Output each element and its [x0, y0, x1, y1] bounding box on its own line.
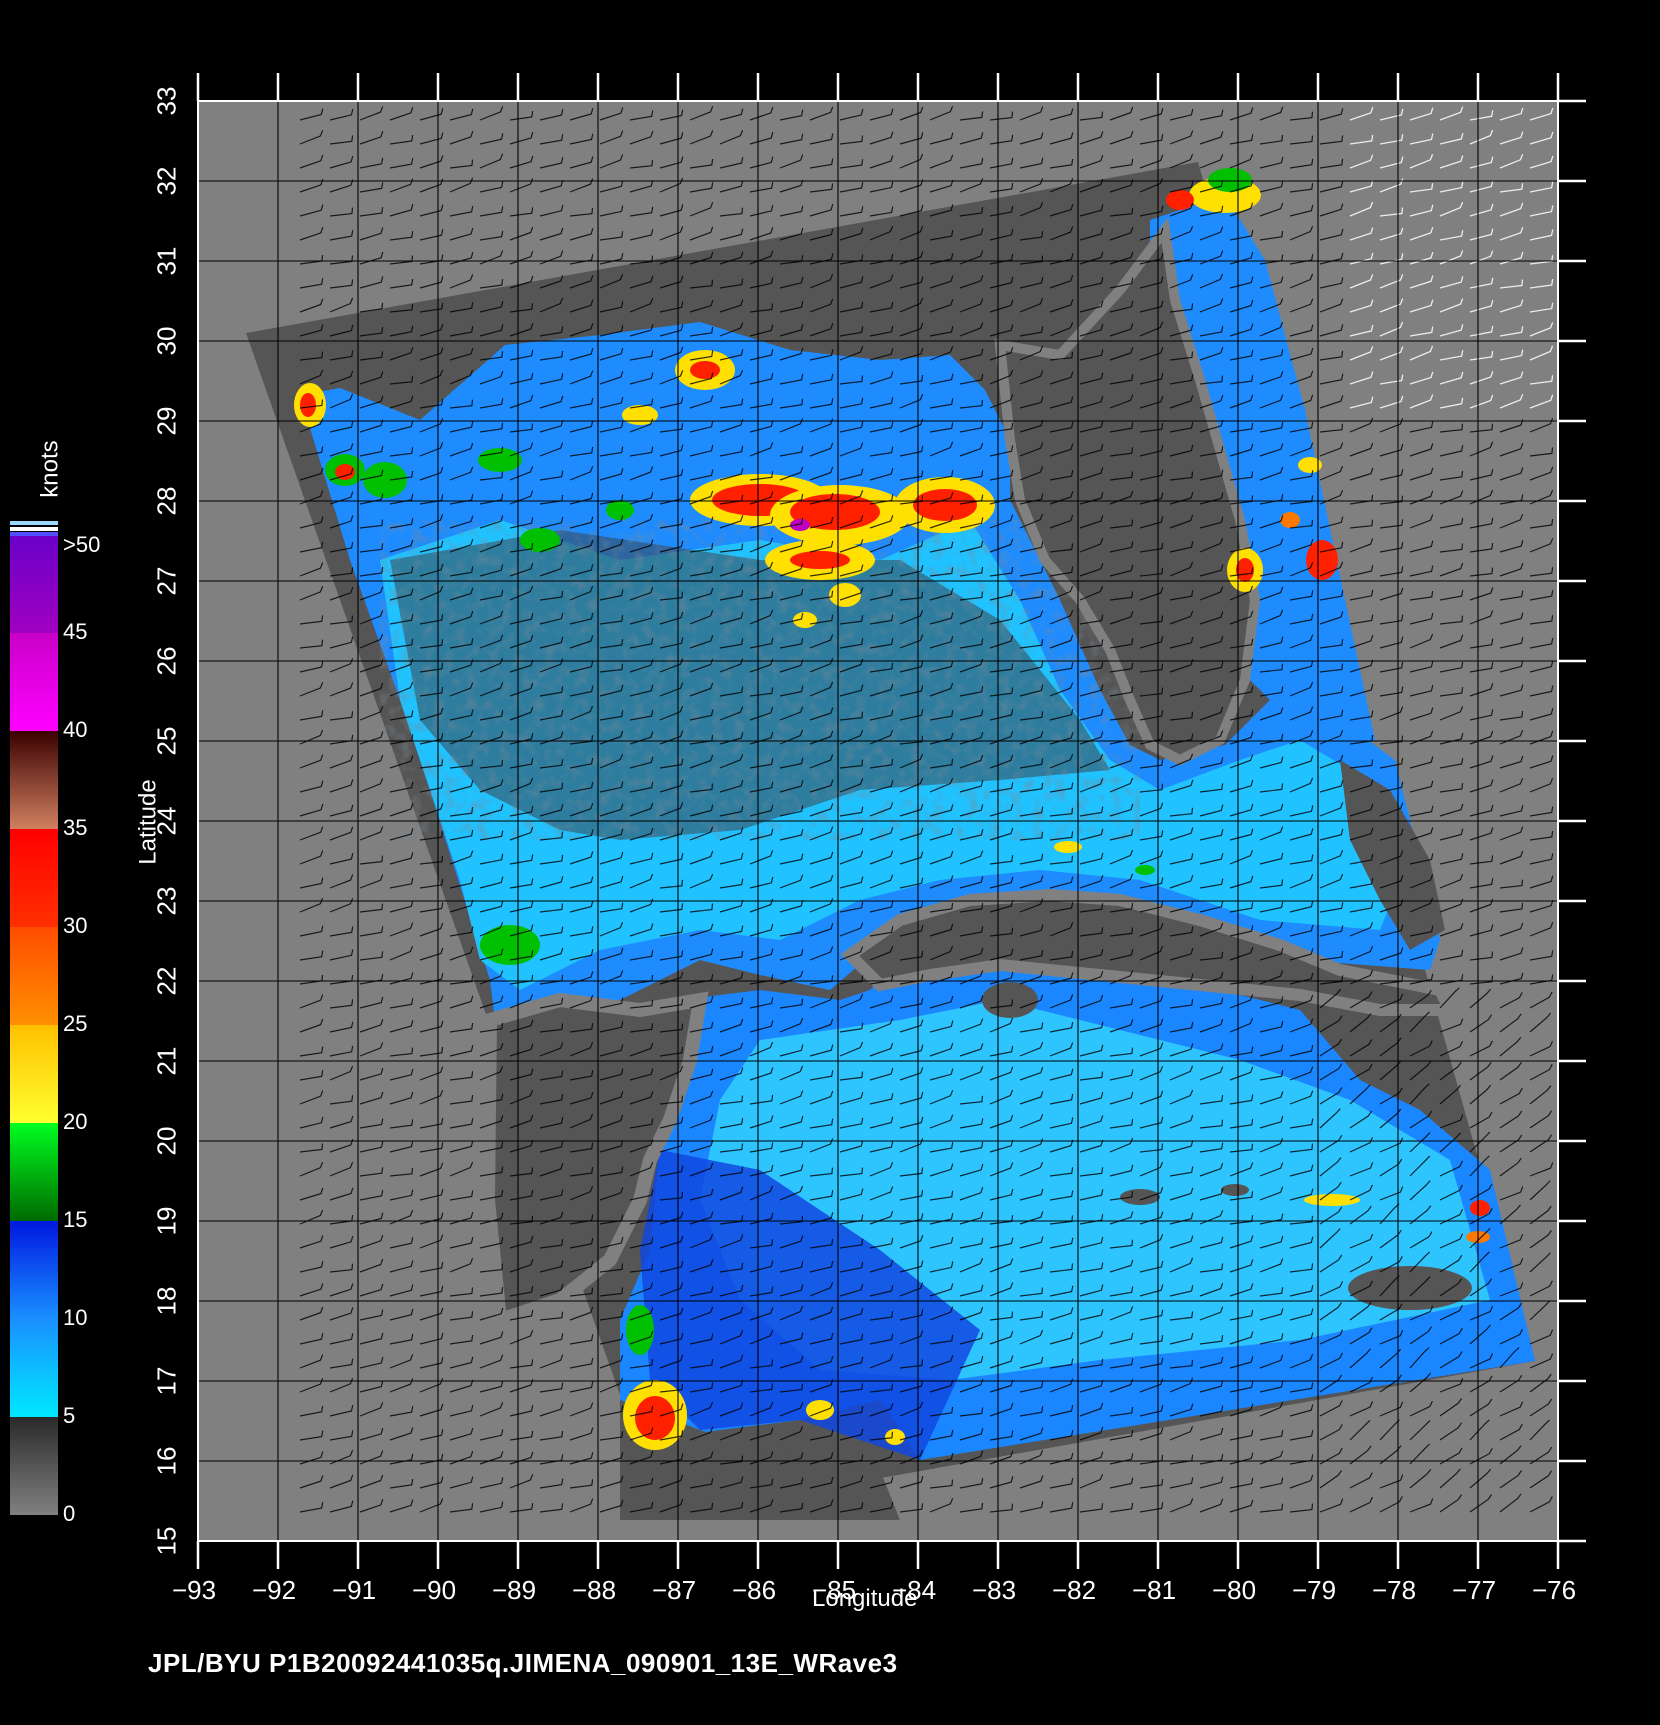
lon-tick-label: −89	[492, 1575, 537, 1605]
lat-tick-label: 32	[151, 166, 182, 196]
lon-tick-label: −78	[1372, 1575, 1417, 1605]
lat-tick-label: 23	[151, 886, 182, 916]
image-caption: JPL/BYU P1B20092441035q.JIMENA_090901_13…	[148, 1648, 898, 1678]
colorbar-overflow-marker	[10, 527, 58, 531]
lat-tick-label: 26	[151, 646, 182, 676]
lat-tick-label: 31	[151, 246, 182, 276]
colorbar	[10, 521, 58, 1515]
wind-speed-map: −93 −92 −91 −90 −89 −88 −87 −86 −85 −84 −83 −82 −81−…	[0, 0, 1660, 1720]
colorbar-overflow-marker	[10, 532, 58, 536]
lat-tick-label: 19	[151, 1206, 182, 1236]
lon-tick-label: −80	[1212, 1575, 1257, 1605]
lon-tick-label: −83	[972, 1575, 1017, 1605]
lon-tick-label: −79	[1292, 1575, 1337, 1605]
colorbar-tick-label: 45	[63, 619, 88, 644]
lat-tick-label: 29	[151, 406, 182, 436]
colorbar-tick-label: 20	[63, 1109, 88, 1134]
colorbar-tick-label: 0	[63, 1501, 76, 1526]
colorbar-tick-label: 5	[63, 1403, 76, 1428]
colorbar-tick-label: 30	[63, 913, 88, 938]
lat-tick-label: 16	[151, 1446, 182, 1476]
lon-tick-label: −82	[1052, 1575, 1097, 1605]
colorbar-tick-label: >50	[63, 532, 101, 557]
lon-tick-label: −77	[1452, 1575, 1497, 1605]
lat-tick-label: 20	[151, 1126, 182, 1156]
lon-tick-label: −92	[252, 1575, 297, 1605]
lat-tick-label: 30	[151, 326, 182, 356]
lat-tick-label: 33	[151, 86, 182, 116]
lon-tick-label: −81	[1132, 1575, 1177, 1605]
colorbar-segment	[10, 1025, 58, 1123]
colorbar-tick-label: 40	[63, 717, 88, 742]
colorbar-segment	[10, 1417, 58, 1515]
lon-tick-label: −87	[652, 1575, 697, 1605]
y-axis-title: Latitude	[134, 779, 162, 865]
colorbar-tick-label: 35	[63, 815, 88, 840]
lon-tick-label: −93	[172, 1575, 217, 1605]
colorbar-segment	[10, 535, 58, 633]
lat-tick-label: 22	[151, 966, 182, 996]
cayman-island	[1120, 1189, 1160, 1205]
noise-texture	[380, 520, 1140, 840]
lon-tick-label: −91	[332, 1575, 377, 1605]
lon-tick-label: −86	[732, 1575, 777, 1605]
lat-tick-label: 28	[151, 486, 182, 516]
colorbar-tick-label: 15	[63, 1207, 88, 1232]
colorbar-segment	[10, 1319, 58, 1417]
colorbar-tick-label: 10	[63, 1305, 88, 1330]
colorbar-segment	[10, 633, 58, 731]
colorbar-unit: knots	[36, 440, 64, 498]
colorbar-segment	[10, 829, 58, 927]
colorbar-overflow-marker	[10, 521, 58, 525]
x-axis-title: Longitude	[812, 1585, 918, 1612]
map-canvas	[10, 73, 1586, 1569]
isle-of-youth	[982, 982, 1038, 1018]
lat-tick-label: 18	[151, 1286, 182, 1316]
lat-tick-label: 27	[151, 566, 182, 596]
colorbar-segment	[10, 1221, 58, 1319]
colorbar-segment	[10, 731, 58, 829]
lat-tick-label: 21	[151, 1046, 182, 1076]
colorbar-segment	[10, 927, 58, 1025]
lat-tick-label: 25	[151, 726, 182, 756]
lat-tick-label: 15	[151, 1526, 182, 1556]
cayman-island-2	[1221, 1184, 1249, 1196]
colorbar-segment	[10, 1123, 58, 1221]
lon-tick-label: −90	[412, 1575, 457, 1605]
lon-tick-label: −76	[1532, 1575, 1577, 1605]
colorbar-tick-label: 25	[63, 1011, 88, 1036]
lat-tick-label: 17	[151, 1366, 182, 1396]
lon-tick-label: −88	[572, 1575, 617, 1605]
